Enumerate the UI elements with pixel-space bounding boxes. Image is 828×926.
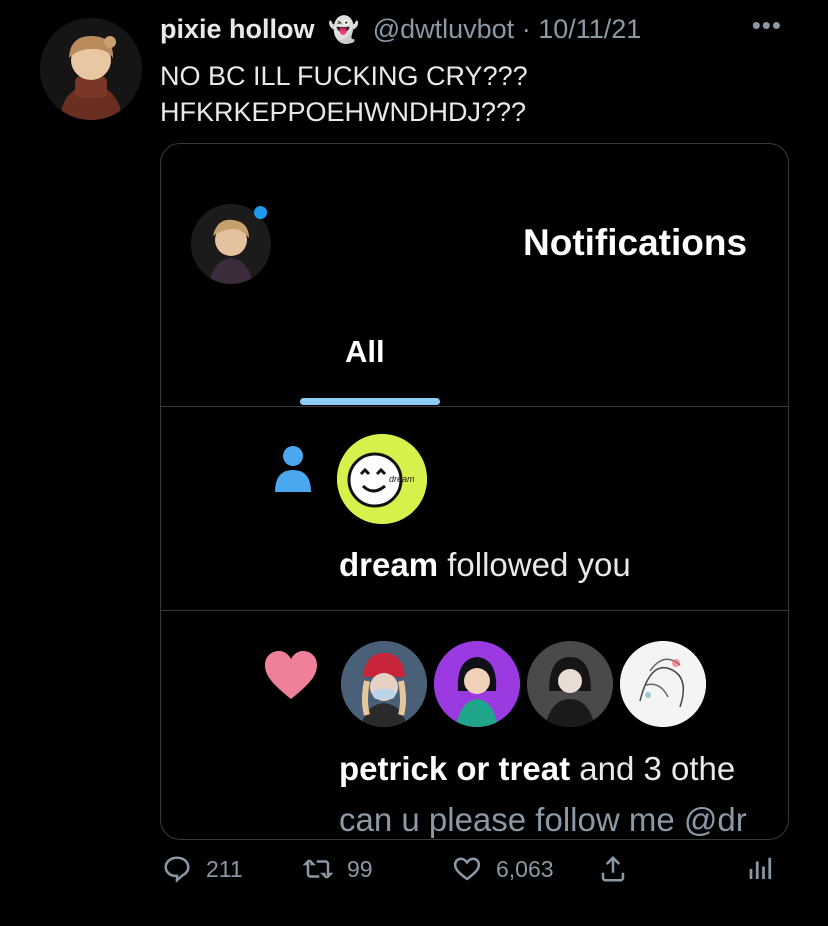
more-icon[interactable]: ••• (752, 10, 782, 41)
profile-avatar[interactable] (40, 18, 142, 120)
heart-icon (265, 651, 317, 699)
liker-avatar (434, 641, 520, 727)
dream-avatar: dream (337, 434, 427, 524)
dream-avatar-label: dream (389, 474, 415, 484)
separator: · (521, 14, 531, 44)
tweet-text-line: HFKRKEPPOEHWNDHDJ??? (160, 97, 527, 127)
unread-dot (254, 206, 267, 219)
like-action: and 3 othe (570, 750, 736, 787)
reply-icon (164, 856, 190, 884)
tweet-date[interactable]: 10/11/21 (538, 14, 641, 44)
display-name[interactable]: pixie hollow (160, 14, 315, 44)
reply-count: 211 (206, 855, 243, 882)
like-icon (453, 857, 481, 881)
liker-name: petrick or treat (339, 750, 571, 787)
analytics-icon (749, 857, 772, 879)
notifications-title: Notifications (523, 222, 748, 263)
avatar-illustration (40, 18, 142, 120)
user-handle[interactable]: @dwtluvbot (373, 14, 514, 44)
retweet-button[interactable]: 99 (303, 854, 373, 884)
tweet-text: NO BC ILL FUCKING CRY??? HFKRKEPPOEHWNDH… (160, 58, 528, 130)
liker-avatar-illustration (620, 641, 706, 727)
liker-avatar (341, 641, 427, 727)
liker-avatar (620, 641, 706, 727)
liker-avatar-illustration (527, 641, 613, 727)
tab-active-indicator (300, 398, 440, 405)
divider (161, 406, 788, 407)
tab-all: All (345, 334, 385, 369)
ghost-emoji: 👻 (328, 16, 360, 44)
follow-notification-text: dream followed you (339, 546, 631, 584)
retweet-icon (303, 859, 333, 879)
divider (161, 610, 788, 611)
liked-tweet-preview: can u please follow me @dr (339, 801, 747, 838)
share-icon (601, 855, 625, 882)
retweet-count: 99 (347, 855, 373, 882)
person-icon (275, 446, 311, 492)
tweet-actions: 211 99 6,063 (0, 854, 828, 894)
attached-image[interactable]: Notifications All dream dream followed y… (160, 143, 789, 840)
like-notification-text: petrick or treat and 3 othe (339, 750, 735, 788)
liker-avatar (527, 641, 613, 727)
tweet-text-line: NO BC ILL FUCKING CRY??? (160, 61, 528, 91)
tweet-header: pixie hollow 👻 @dwtluvbot · 10/11/21 (160, 14, 641, 45)
like-count: 6,063 (496, 855, 554, 882)
share-button[interactable] (598, 854, 628, 884)
liker-avatar-illustration (341, 641, 427, 727)
liker-avatar-illustration (434, 641, 520, 727)
follower-name: dream (339, 546, 439, 583)
reply-button[interactable]: 211 (162, 854, 243, 884)
like-button[interactable]: 6,063 (452, 854, 554, 884)
analytics-button[interactable] (746, 854, 776, 884)
follow-action: followed you (438, 546, 631, 583)
